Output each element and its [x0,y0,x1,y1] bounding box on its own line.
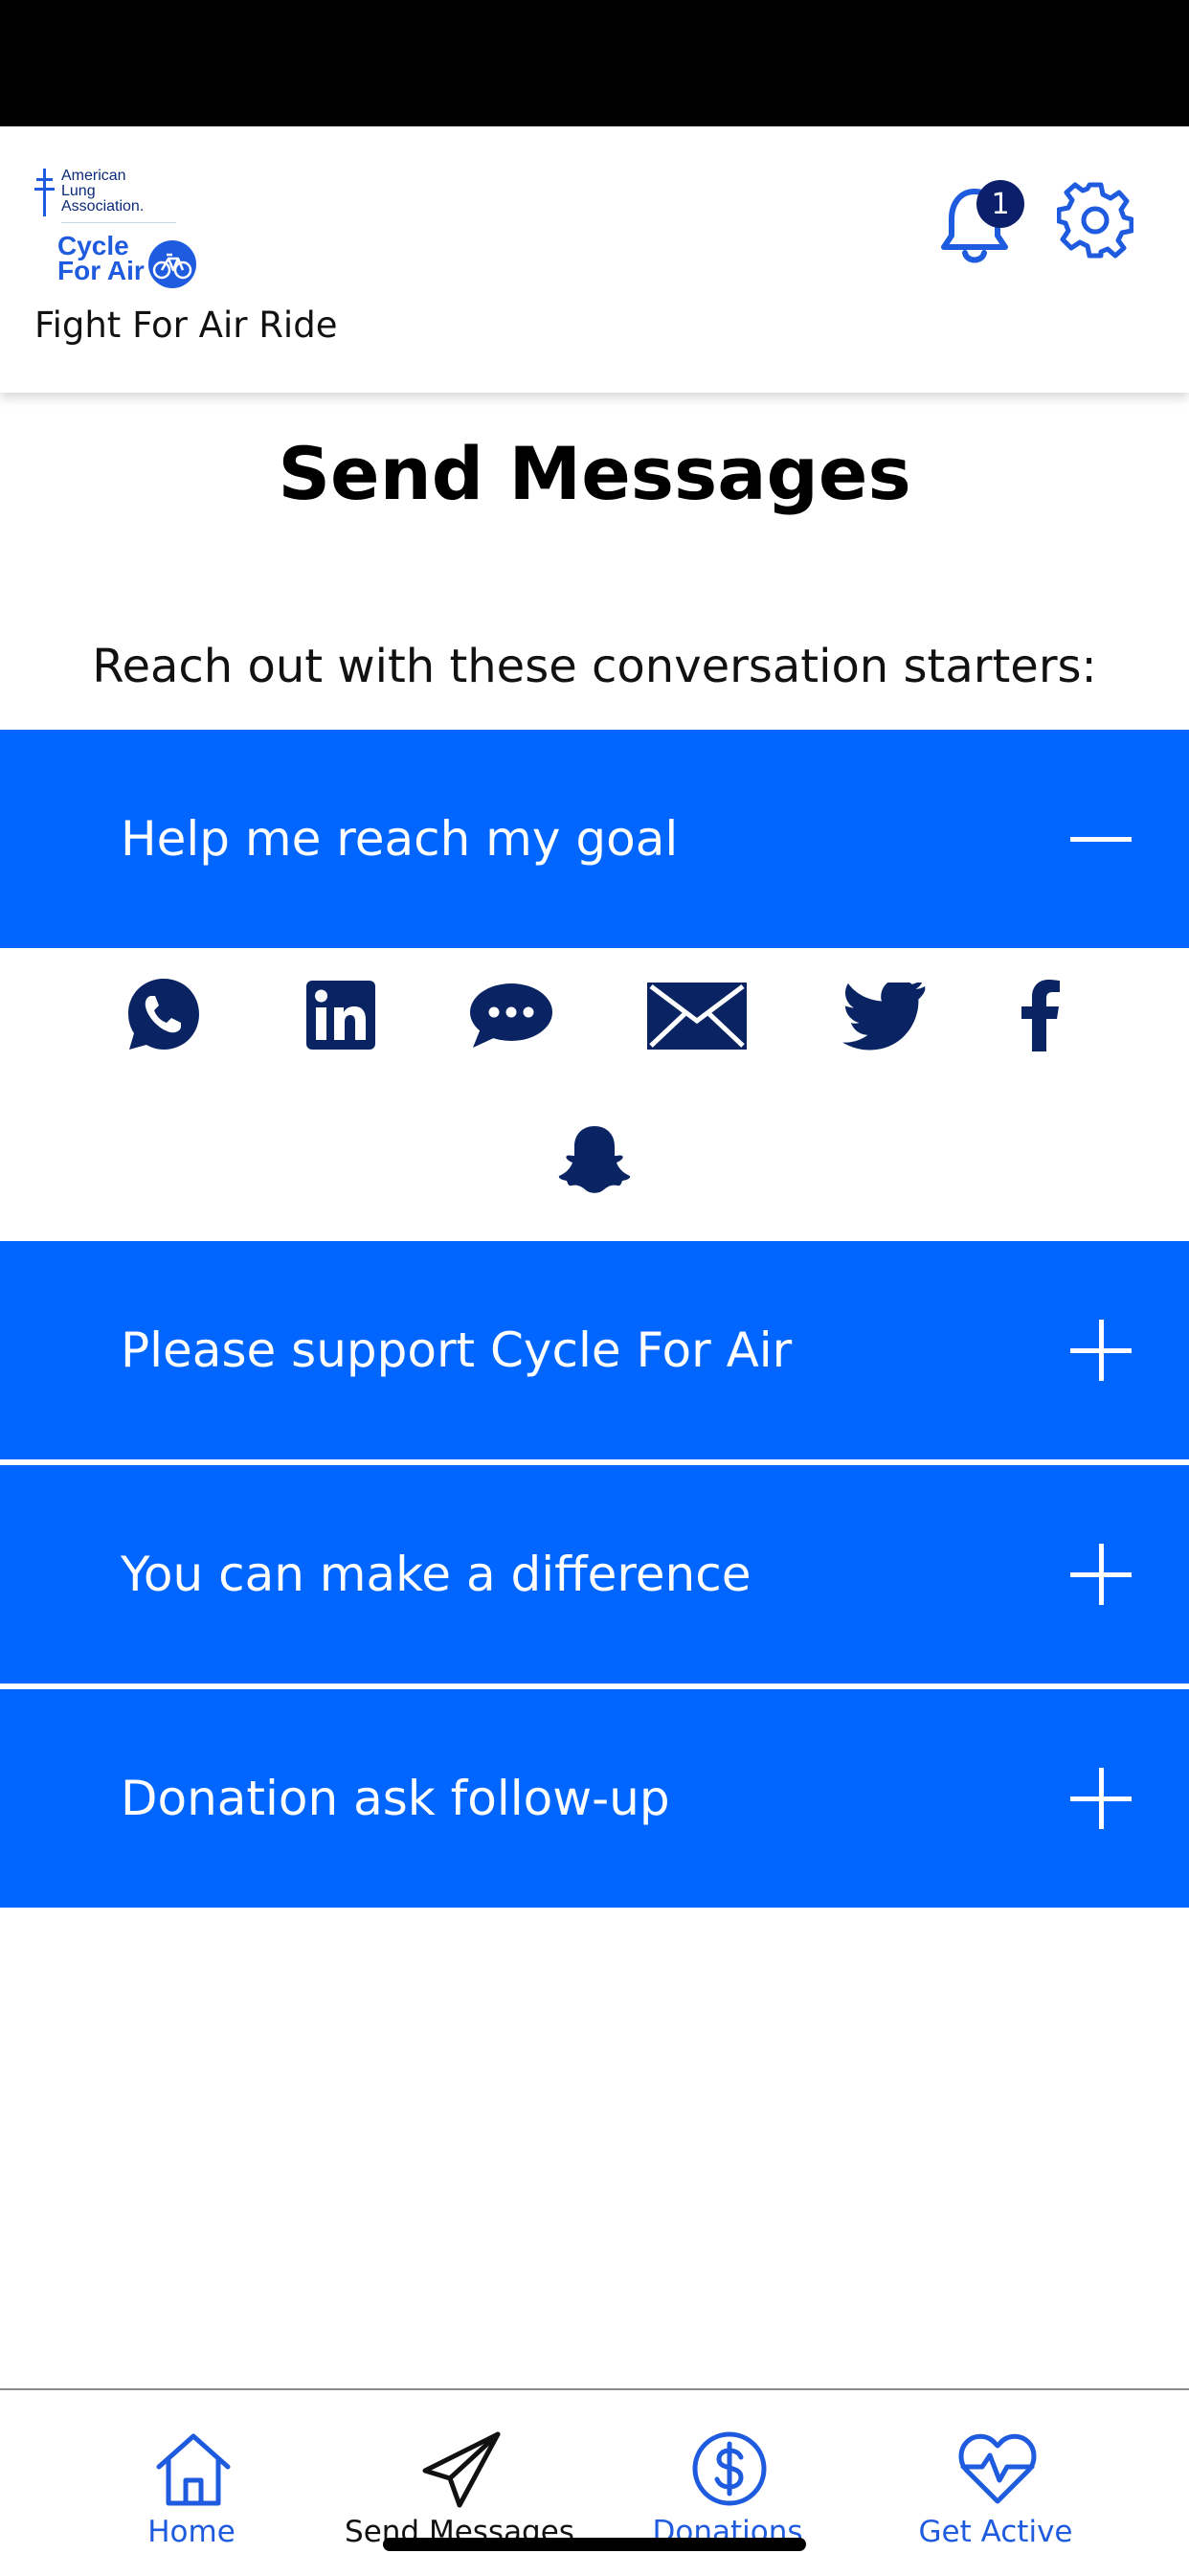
email-icon[interactable] [647,983,747,1053]
linkedin-icon[interactable] [306,981,375,1053]
accordion-donation-ask-follow-up[interactable]: Donation ask follow-up [0,1689,1189,1908]
tab-get-active[interactable]: Get Active [862,2390,1130,2576]
paper-plane-icon [422,2431,501,2508]
page-title: Send Messages [278,431,911,516]
status-bar [0,0,1189,126]
accordion-label: Help me reach my goal [121,811,679,867]
accordion-label: You can make a difference [121,1547,752,1602]
bicycle-icon [147,239,197,289]
accordion-label: Donation ask follow-up [121,1771,670,1826]
home-icon [156,2433,231,2506]
accordion-please-support-cycle-for-air[interactable]: Please support Cycle For Air [0,1241,1189,1459]
tab-label: Get Active [918,2515,1073,2549]
notification-badge: 1 [976,180,1024,228]
facebook-icon[interactable] [1021,979,1061,1055]
lung-cross-icon [33,167,57,220]
tab-label: Home [147,2515,236,2549]
twitter-icon[interactable] [842,979,927,1055]
logo-brand-text: Cycle For Air [57,231,145,285]
app-header: American Lung Association. Cycle For Air… [0,126,1189,393]
dollar-icon [692,2431,767,2506]
sms-icon[interactable] [469,983,553,1053]
whatsapp-icon[interactable] [126,977,201,1055]
accordion-label: Please support Cycle For Air [121,1322,793,1378]
cycle-for-air-logo: American Lung Association. Cycle For Air [33,167,214,291]
snapchat-icon[interactable] [557,1124,632,1201]
accordion-help-me-reach-my-goal[interactable]: Help me reach my goal [0,730,1189,948]
gear-icon[interactable] [1056,182,1134,259]
tab-home[interactable]: Home [57,2390,325,2576]
accordion-you-can-make-a-difference[interactable]: You can make a difference [0,1465,1189,1683]
share-options [0,948,1189,1235]
plus-icon[interactable] [1070,1768,1132,1829]
event-title: Fight For Air Ride [34,305,338,346]
plus-icon[interactable] [1070,1320,1132,1381]
intro-text: Reach out with these conversation starte… [92,640,1097,693]
minus-icon[interactable] [1070,808,1132,870]
logo-org-text: American Lung Association. [61,168,145,215]
plus-icon[interactable] [1070,1544,1132,1605]
home-indicator [383,2538,806,2551]
heartbeat-icon [958,2433,1037,2504]
